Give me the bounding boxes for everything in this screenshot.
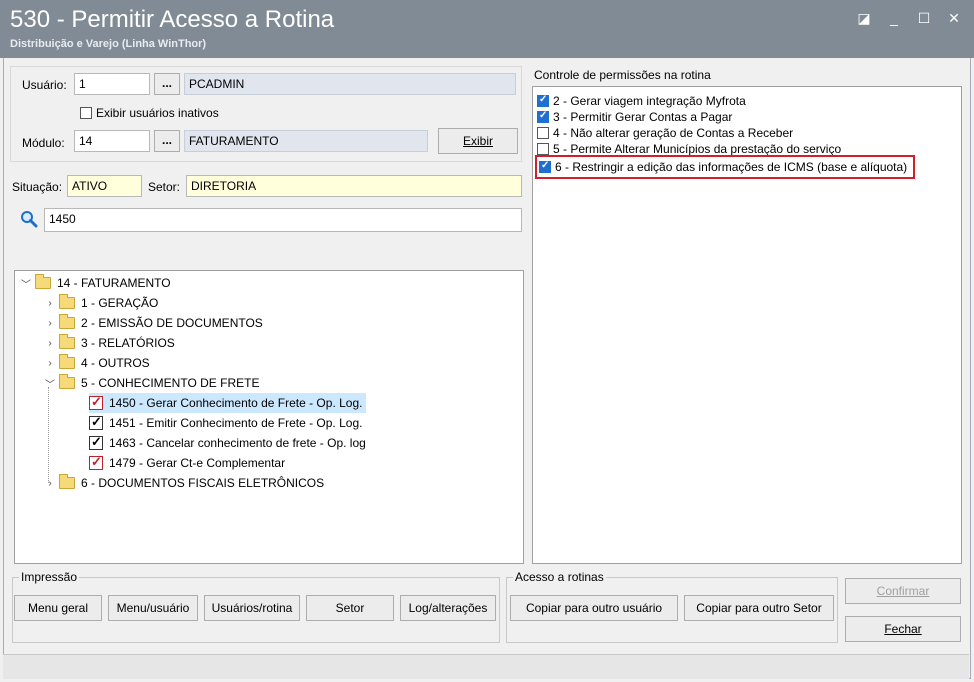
tree-folder[interactable]: › 6 - DOCUMENTOS FISCAIS ELETRÔNICOS <box>43 473 324 493</box>
routine-checkbox[interactable] <box>89 454 103 470</box>
permission-checkbox[interactable] <box>537 110 549 123</box>
tree-folder-label: 1 - GERAÇÃO <box>81 296 159 310</box>
permission-item[interactable]: 2 - Gerar viagem integração Myfrota <box>537 93 746 109</box>
folder-icon <box>59 474 75 489</box>
restore-icon[interactable]: ◪ <box>856 10 872 27</box>
situation-label: Situação: <box>12 180 63 194</box>
show-inactive-label: Exibir usuários inativos <box>96 106 219 120</box>
search-icon[interactable] <box>20 210 38 228</box>
module-browse-button[interactable]: ... <box>154 130 180 152</box>
tree-folder[interactable]: › 4 - OUTROS <box>43 353 150 373</box>
routine-checkbox[interactable] <box>89 434 103 450</box>
tree-root[interactable]: ﹀ 14 - FATURAMENTO <box>19 273 171 293</box>
folder-icon <box>59 314 75 329</box>
tree-folder[interactable]: ﹀ 5 - CONHECIMENTO DE FRETE <box>43 373 259 393</box>
show-inactive-users[interactable]: Exibir usuários inativos <box>80 106 219 120</box>
routine-checkbox[interactable] <box>89 414 103 430</box>
permission-checkbox[interactable] <box>539 160 551 173</box>
minimize-icon[interactable]: _ <box>886 10 902 27</box>
tree-folder-label: 4 - OUTROS <box>81 356 150 370</box>
permission-label: 6 - Restringir a edição das informações … <box>555 160 908 174</box>
tree-routine-label: 1479 - Gerar Ct-e Complementar <box>109 456 286 470</box>
permission-item-highlighted[interactable]: 6 - Restringir a edição das informações … <box>535 155 916 179</box>
permission-checkbox[interactable] <box>537 94 549 107</box>
search-input[interactable]: 1450 <box>44 208 522 232</box>
chevron-right-icon[interactable]: › <box>43 338 57 349</box>
user-browse-button[interactable]: ... <box>154 73 180 95</box>
module-name-field: FATURAMENTO <box>184 130 428 152</box>
tree-folder-label: 2 - EMISSÃO DE DOCUMENTOS <box>81 316 263 330</box>
permission-label: 4 - Não alterar geração de Contas a Rece… <box>553 126 794 140</box>
permission-checkbox[interactable] <box>537 143 549 155</box>
chevron-right-icon[interactable]: › <box>43 298 57 309</box>
sector-label: Setor: <box>148 180 181 194</box>
copy-to-user-button[interactable]: Copiar para outro usuário <box>510 595 678 621</box>
print-group-title: Impressão <box>19 570 80 584</box>
close-icon[interactable]: ✕ <box>946 10 962 27</box>
tree-folder-label: 3 - RELATÓRIOS <box>81 336 175 350</box>
status-bar <box>3 654 969 679</box>
routine-checkbox[interactable] <box>89 394 103 410</box>
tree-guide-line <box>48 387 50 483</box>
show-inactive-checkbox[interactable] <box>80 107 92 119</box>
permission-label: 3 - Permitir Gerar Contas a Pagar <box>553 110 733 124</box>
show-button-label: Exibir <box>462 134 493 148</box>
copy-to-sector-button[interactable]: Copiar para outro Setor <box>684 595 834 621</box>
chevron-right-icon[interactable]: › <box>43 358 57 369</box>
close-button[interactable]: Fechar <box>845 616 961 642</box>
tree-folder[interactable]: › 3 - RELATÓRIOS <box>43 333 175 353</box>
tree-folder[interactable]: › 2 - EMISSÃO DE DOCUMENTOS <box>43 313 263 333</box>
user-code-input[interactable]: 1 <box>74 73 150 95</box>
tree-folder-label: 5 - CONHECIMENTO DE FRETE <box>81 376 260 390</box>
tree-routine-label: 1451 - Emitir Conhecimento de Frete - Op… <box>109 416 363 430</box>
sector-field: DIRETORIA <box>186 175 522 197</box>
chevron-right-icon[interactable]: › <box>43 318 57 329</box>
tree-routine[interactable]: 1463 - Cancelar conhecimento de frete - … <box>89 433 366 453</box>
tree-folder[interactable]: › 1 - GERAÇÃO <box>43 293 158 313</box>
confirm-button-label: Confirmar <box>876 584 930 598</box>
chevron-down-icon[interactable]: ﹀ <box>19 276 33 291</box>
chevron-down-icon[interactable]: ﹀ <box>43 376 57 391</box>
user-label: Usuário: <box>22 78 67 92</box>
user-name-field: PCADMIN <box>184 73 516 95</box>
permission-label: 5 - Permite Alterar Municípios da presta… <box>553 142 842 156</box>
folder-icon <box>59 354 75 369</box>
module-code-input[interactable]: 14 <box>74 130 150 152</box>
menu-geral-button[interactable]: Menu geral <box>14 595 102 621</box>
title-bar: 530 - Permitir Acesso a Rotina Distribui… <box>0 0 974 58</box>
setor-button[interactable]: Setor <box>306 595 394 621</box>
usuarios-rotina-button[interactable]: Usuários/rotina <box>204 595 300 621</box>
folder-icon <box>59 374 75 389</box>
folder-icon <box>59 334 75 349</box>
folder-icon <box>59 294 75 309</box>
permissions-list: 2 - Gerar viagem integração Myfrota 3 - … <box>532 86 962 564</box>
menu-usuario-button[interactable]: Menu/usuário <box>108 595 198 621</box>
routine-tree: ﹀ 14 - FATURAMENTO › 1 - GERAÇÃO › 2 - E… <box>14 270 524 564</box>
confirm-button[interactable]: Confirmar <box>845 578 961 604</box>
tree-routine[interactable]: 1451 - Emitir Conhecimento de Frete - Op… <box>89 413 362 433</box>
permissions-title: Controle de permissões na rotina <box>534 68 711 82</box>
permission-item[interactable]: 3 - Permitir Gerar Contas a Pagar <box>537 109 732 125</box>
tree-root-label: 14 - FATURAMENTO <box>57 276 171 290</box>
window-controls: ◪ _ ☐ ✕ <box>856 10 962 27</box>
permission-label: 2 - Gerar viagem integração Myfrota <box>553 94 746 108</box>
situation-field: ATIVO <box>67 175 142 197</box>
chevron-right-icon[interactable]: › <box>43 478 57 489</box>
permission-item[interactable]: 4 - Não alterar geração de Contas a Rece… <box>537 125 793 141</box>
show-button[interactable]: Exibir <box>438 128 518 154</box>
tree-routine[interactable]: 1479 - Gerar Ct-e Complementar <box>89 453 285 473</box>
tree-folder-label: 6 - DOCUMENTOS FISCAIS ELETRÔNICOS <box>81 476 325 490</box>
log-alteracoes-button[interactable]: Log/alterações <box>400 595 496 621</box>
module-label: Módulo: <box>22 136 65 150</box>
permission-checkbox[interactable] <box>537 127 549 139</box>
maximize-icon[interactable]: ☐ <box>916 10 932 27</box>
window-title: 530 - Permitir Acesso a Rotina <box>10 6 335 33</box>
close-button-label: Fechar <box>884 622 922 636</box>
access-group-title: Acesso a rotinas <box>513 570 606 584</box>
tree-routine-label: 1463 - Cancelar conhecimento de frete - … <box>109 436 366 450</box>
tree-routine-label: 1450 - Gerar Conhecimento de Frete - Op.… <box>109 396 363 410</box>
folder-icon <box>35 274 51 289</box>
tree-routine[interactable]: 1450 - Gerar Conhecimento de Frete - Op.… <box>89 393 367 413</box>
window-subtitle: Distribuição e Varejo (Linha WinThor) <box>10 38 207 50</box>
